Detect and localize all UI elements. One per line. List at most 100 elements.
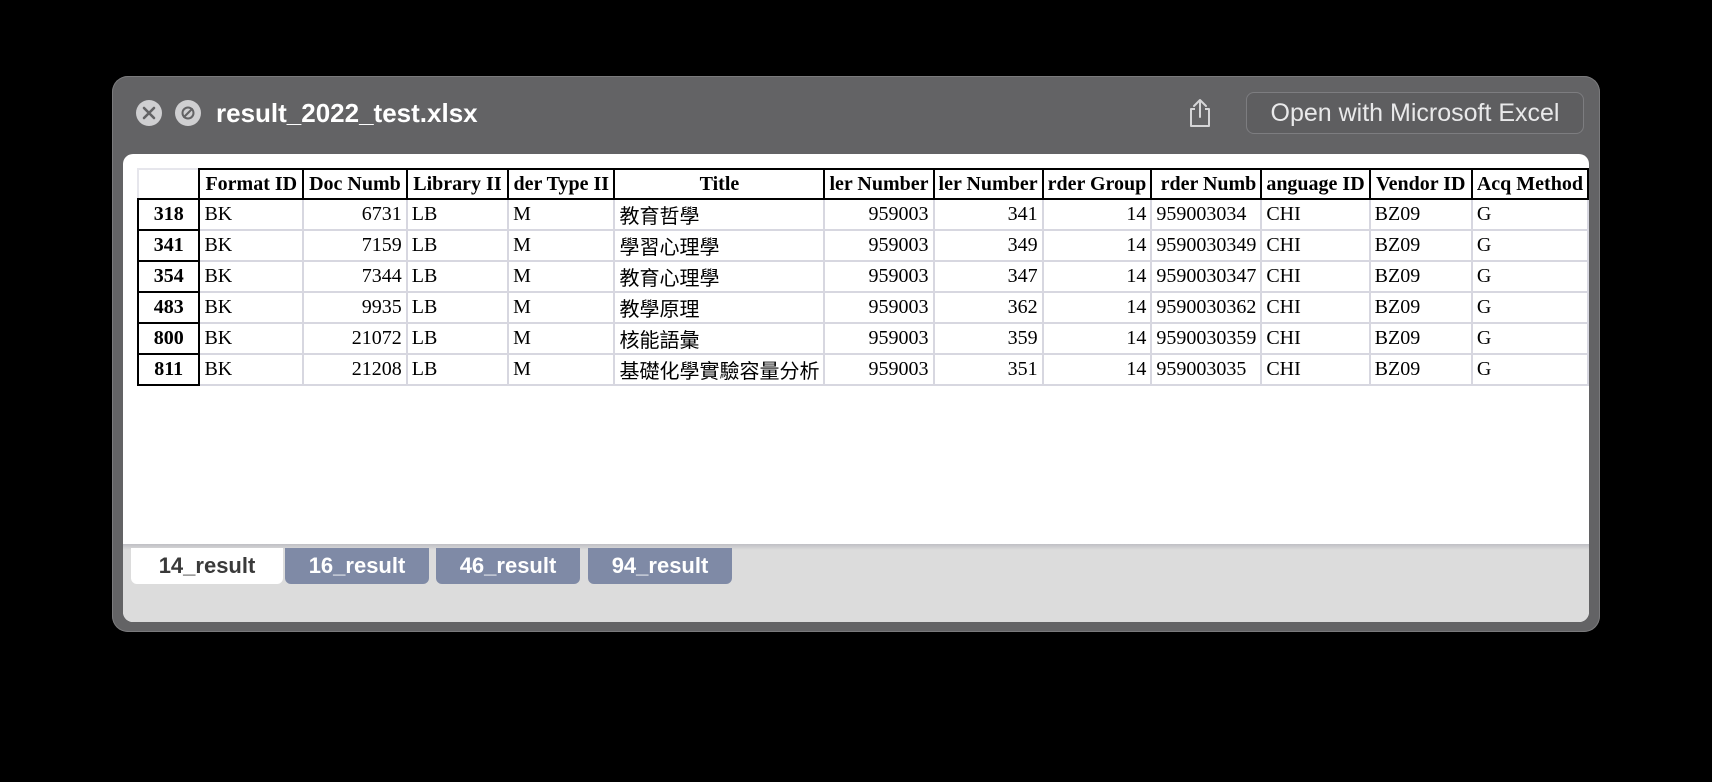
table-cell[interactable]: 教育哲學 <box>613 198 826 231</box>
fullscreen-toggle-button[interactable] <box>175 100 201 126</box>
table-cell[interactable]: 14 <box>1041 322 1153 355</box>
table-cell[interactable]: BZ09 <box>1368 260 1473 293</box>
table-row: 341 BK 7159 LB M 學習心理學 959003 349 14 9590030349 CH… <box>136 229 1589 262</box>
table-cell[interactable]: LB <box>405 229 510 262</box>
table-cell[interactable]: G <box>1470 260 1589 293</box>
table-cell[interactable]: BZ09 <box>1368 198 1473 231</box>
table-cell[interactable]: 14 <box>1041 198 1153 231</box>
table-cell[interactable]: 9590030359 <box>1150 322 1263 355</box>
column-header: Format ID <box>198 168 305 200</box>
table-cell[interactable]: 學習心理學 <box>613 229 826 262</box>
table-cell[interactable]: BK <box>198 229 305 262</box>
sheet-tab-14-result[interactable]: 14_result <box>131 548 283 584</box>
table-cell[interactable]: 351 <box>932 353 1044 386</box>
table-cell[interactable]: G <box>1470 322 1589 355</box>
share-icon <box>1190 99 1210 127</box>
row-number: 483 <box>136 291 201 324</box>
table-cell[interactable]: 959003 <box>823 260 935 293</box>
table-cell[interactable]: BK <box>198 322 305 355</box>
table-cell[interactable]: M <box>507 291 616 324</box>
table-cell[interactable]: BK <box>198 353 305 386</box>
share-button[interactable] <box>1182 94 1218 132</box>
table-cell[interactable]: CHI <box>1260 353 1371 386</box>
table-cell[interactable]: 349 <box>932 229 1044 262</box>
row-number: 800 <box>136 322 201 355</box>
table-cell[interactable]: 9935 <box>302 291 408 324</box>
table-cell[interactable]: 教育心理學 <box>613 260 826 293</box>
open-with-excel-button[interactable]: Open with Microsoft Excel <box>1246 92 1584 134</box>
table-cell[interactable]: BZ09 <box>1368 291 1473 324</box>
table-cell[interactable]: LB <box>405 322 510 355</box>
column-header: Vendor ID <box>1368 168 1473 200</box>
table-cell[interactable]: CHI <box>1260 322 1371 355</box>
sheet-tabs-bar: 14_result 16_result 46_result 94_result <box>123 544 1589 622</box>
table-cell[interactable]: BK <box>198 291 305 324</box>
table-cell[interactable]: 14 <box>1041 229 1153 262</box>
table-cell[interactable]: CHI <box>1260 198 1371 231</box>
table-cell[interactable]: G <box>1470 229 1589 262</box>
table-cell[interactable]: 教學原理 <box>613 291 826 324</box>
table-cell[interactable]: 9590030347 <box>1150 260 1263 293</box>
table-cell[interactable]: 基礎化學實驗容量分析 <box>613 353 826 386</box>
table-cell[interactable]: 14 <box>1041 291 1153 324</box>
column-header: anguage ID <box>1260 168 1371 200</box>
table-cell[interactable]: 362 <box>932 291 1044 324</box>
table-cell[interactable]: 核能語彙 <box>613 322 826 355</box>
table-cell[interactable]: G <box>1470 353 1589 386</box>
table-cell[interactable]: 14 <box>1041 260 1153 293</box>
table-cell[interactable]: 347 <box>932 260 1044 293</box>
table-cell[interactable]: 959003 <box>823 198 935 231</box>
table-cell[interactable]: 959003 <box>823 353 935 386</box>
table-cell[interactable]: 959003 <box>823 291 935 324</box>
table-cell[interactable]: BZ09 <box>1368 229 1473 262</box>
table-cell[interactable]: LB <box>405 353 510 386</box>
column-header: ler Number <box>823 168 935 200</box>
table-cell[interactable]: 359 <box>932 322 1044 355</box>
sheet-tab-16-result[interactable]: 16_result <box>285 548 429 584</box>
column-header: rder Group <box>1041 168 1153 200</box>
header-row: Format ID Doc Numb Library II der Type I… <box>136 168 1589 200</box>
table-cell[interactable]: LB <box>405 260 510 293</box>
table-cell[interactable]: 9590030362 <box>1150 291 1263 324</box>
sheet-tab-94-result[interactable]: 94_result <box>588 548 732 584</box>
table-cell[interactable]: G <box>1470 291 1589 324</box>
table-cell[interactable]: CHI <box>1260 291 1371 324</box>
table-cell[interactable]: M <box>507 260 616 293</box>
table-cell[interactable]: CHI <box>1260 229 1371 262</box>
column-header: Doc Numb <box>302 168 408 200</box>
table-cell[interactable]: LB <box>405 198 510 231</box>
table-cell[interactable]: CHI <box>1260 260 1371 293</box>
table-cell[interactable]: 9590030349 <box>1150 229 1263 262</box>
table-cell[interactable]: G <box>1470 198 1589 231</box>
table-cell[interactable]: BK <box>198 198 305 231</box>
table-cell[interactable]: 14 <box>1041 353 1153 386</box>
table-cell[interactable]: 959003034 <box>1150 198 1263 231</box>
table-cell[interactable]: 959003035 <box>1150 353 1263 386</box>
table-cell[interactable]: 959003 <box>823 322 935 355</box>
table-cell[interactable]: 7344 <box>302 260 408 293</box>
table-cell[interactable]: 341 <box>932 198 1044 231</box>
table-row: 318 BK 6731 LB M 教育哲學 959003 341 14 959003034 CHI B… <box>136 198 1589 231</box>
column-header: rder Numb <box>1150 168 1263 200</box>
table-cell[interactable]: M <box>507 229 616 262</box>
column-header: Title <box>613 168 826 200</box>
table-cell[interactable]: BZ09 <box>1368 353 1473 386</box>
table-cell[interactable]: BK <box>198 260 305 293</box>
table-cell[interactable]: LB <box>405 291 510 324</box>
column-header: der Type II <box>507 168 616 200</box>
table-cell[interactable]: 959003 <box>823 229 935 262</box>
close-button[interactable] <box>136 100 162 126</box>
sheet-tab-46-result[interactable]: 46_result <box>436 548 580 584</box>
table-cell[interactable]: BZ09 <box>1368 322 1473 355</box>
table-cell[interactable]: 21072 <box>302 322 408 355</box>
title-bar: result_2022_test.xlsx Open with Microsof… <box>112 76 1600 152</box>
row-number: 811 <box>136 353 201 386</box>
table-cell[interactable]: 21208 <box>302 353 408 386</box>
table-cell[interactable]: M <box>507 322 616 355</box>
table-cell[interactable]: 7159 <box>302 229 408 262</box>
spreadsheet-table: Format ID Doc Numb Library II der Type I… <box>136 168 1589 386</box>
table-cell[interactable]: 6731 <box>302 198 408 231</box>
spreadsheet-preview: Format ID Doc Numb Library II der Type I… <box>123 154 1589 622</box>
table-cell[interactable]: M <box>507 353 616 386</box>
table-cell[interactable]: M <box>507 198 616 231</box>
